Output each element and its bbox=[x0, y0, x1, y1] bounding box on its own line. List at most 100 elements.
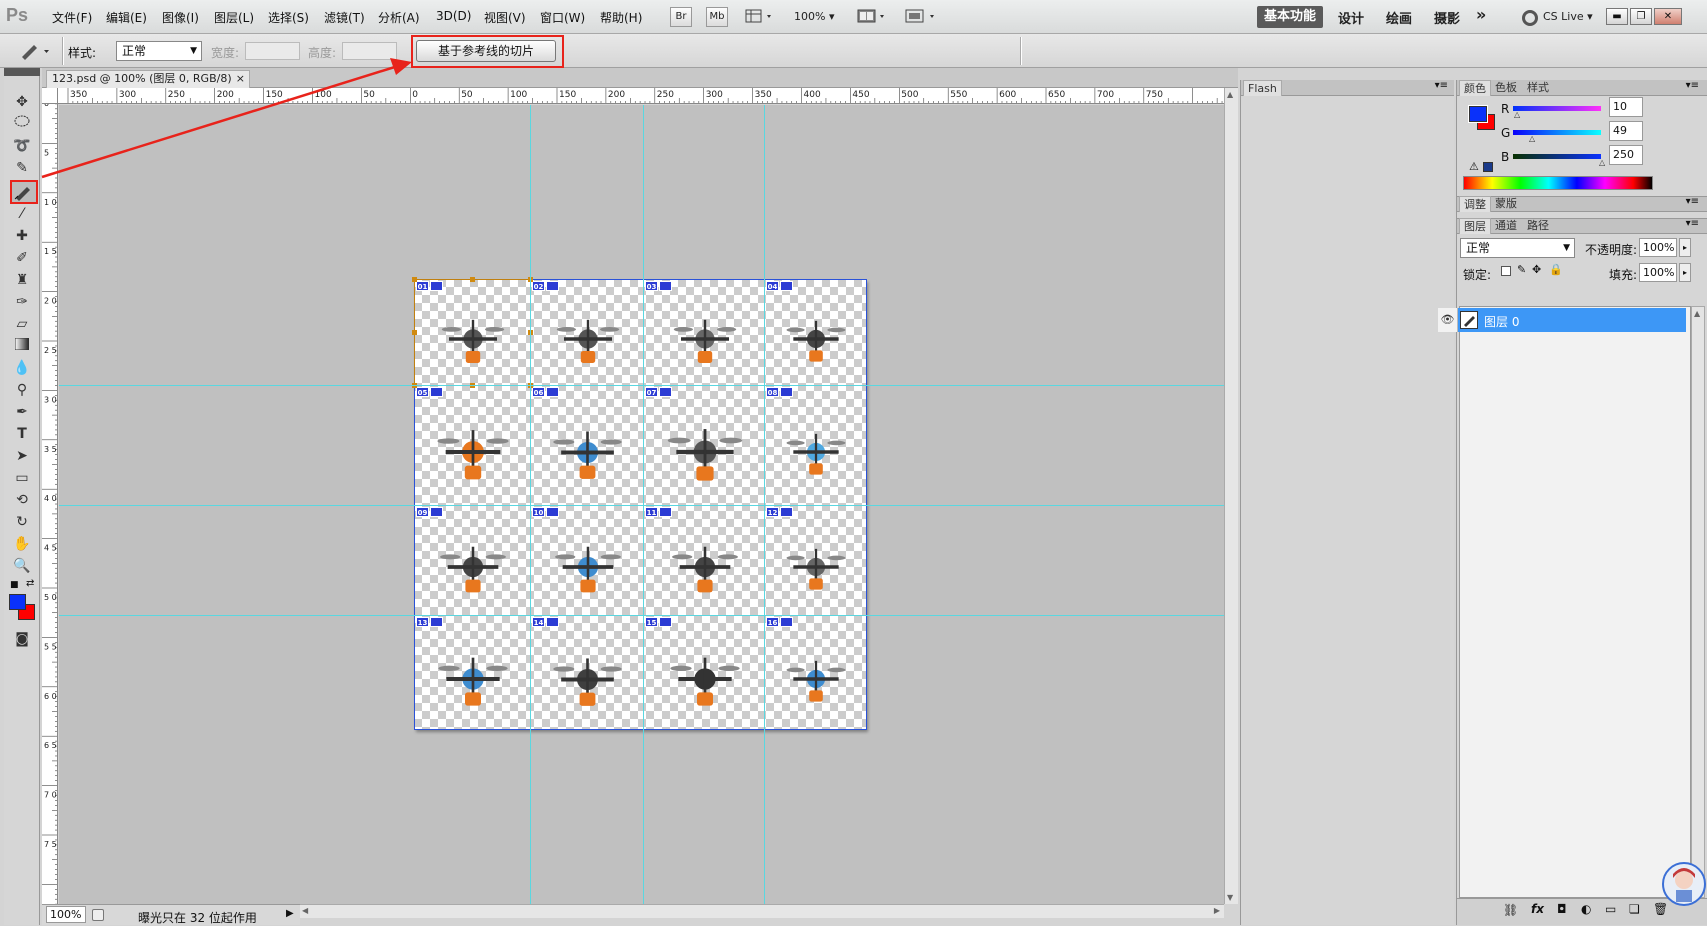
lock-all-icon[interactable]: 🔒 bbox=[1549, 263, 1563, 276]
foreground-color-swatch[interactable] bbox=[9, 594, 26, 610]
web-safe-swatch[interactable] bbox=[1483, 162, 1493, 172]
slice-cell[interactable]: 06 bbox=[530, 385, 644, 506]
workspace-design[interactable]: 设计 bbox=[1338, 8, 1364, 27]
tab-swatches[interactable]: 色板 bbox=[1491, 80, 1521, 96]
slice-cell[interactable]: 13 bbox=[414, 615, 531, 730]
panel-menu-icon[interactable]: ▾≡ bbox=[1435, 80, 1448, 91]
channel-b-value[interactable]: 250 bbox=[1609, 145, 1643, 165]
new-group-icon[interactable]: ▭ bbox=[1605, 902, 1616, 916]
panel-menu-icon[interactable]: ▾≡ bbox=[1686, 80, 1699, 91]
lock-pixels-icon[interactable]: ✎ bbox=[1517, 263, 1526, 276]
slice-cell[interactable]: 14 bbox=[530, 615, 644, 730]
assistant-avatar[interactable] bbox=[1662, 862, 1706, 906]
tab-flash[interactable]: Flash bbox=[1243, 80, 1282, 96]
channel-g-slider[interactable] bbox=[1513, 130, 1601, 135]
workspace-photography[interactable]: 摄影 bbox=[1434, 8, 1460, 27]
slice-tool-icon[interactable] bbox=[10, 180, 38, 204]
slice-handle[interactable] bbox=[412, 330, 417, 335]
color-spectrum-bar[interactable] bbox=[1463, 176, 1653, 190]
visibility-eye-icon[interactable]: 👁 bbox=[1438, 308, 1458, 332]
history-brush-tool-icon[interactable]: ✑ bbox=[10, 292, 34, 312]
brush-tool-icon[interactable]: ✐ bbox=[10, 248, 34, 268]
restore-icon[interactable]: ❐ bbox=[1630, 8, 1652, 25]
tab-paths[interactable]: 路径 bbox=[1523, 218, 1553, 234]
scroll-right-icon[interactable]: ▶ bbox=[1214, 906, 1220, 915]
tab-layers[interactable]: 图层 bbox=[1459, 218, 1491, 234]
menu-item[interactable]: 编辑(E) bbox=[106, 9, 147, 26]
slice-cell[interactable]: 07 bbox=[643, 385, 765, 506]
slice-cell[interactable]: 10 bbox=[530, 505, 644, 616]
quick-selection-tool-icon[interactable]: ✎ bbox=[10, 158, 34, 178]
slice-handle[interactable] bbox=[412, 277, 417, 282]
blend-mode-select[interactable]: 正常 ▼ bbox=[1460, 238, 1575, 258]
horizontal-guide[interactable] bbox=[59, 385, 1224, 386]
menu-item[interactable]: 3D(D) bbox=[436, 9, 471, 23]
menu-item[interactable]: 图像(I) bbox=[162, 9, 199, 26]
status-menu-icon[interactable]: ▶ bbox=[286, 908, 294, 919]
dodge-tool-icon[interactable]: ⚲ bbox=[10, 380, 34, 400]
slice-tool-preset-icon[interactable] bbox=[18, 41, 54, 61]
fill-slider-icon[interactable]: ▸ bbox=[1679, 263, 1691, 282]
pen-tool-icon[interactable]: ✒ bbox=[10, 402, 34, 422]
tab-masks[interactable]: 蒙版 bbox=[1491, 196, 1521, 212]
healing-brush-tool-icon[interactable]: ✚ bbox=[10, 226, 34, 246]
path-selection-tool-icon[interactable]: ➤ bbox=[10, 446, 34, 466]
layers-scrollbar[interactable]: ▲ bbox=[1691, 306, 1705, 898]
style-select[interactable]: 正常 ▼ bbox=[116, 41, 202, 61]
ruler-origin[interactable] bbox=[42, 88, 58, 104]
cs-live-menu[interactable]: CS Live ▾ bbox=[1543, 10, 1593, 23]
close-tab-icon[interactable]: × bbox=[236, 71, 245, 87]
3d-rotate-tool-icon[interactable]: ⟲ bbox=[10, 490, 34, 510]
slice-cell[interactable]: 08 bbox=[764, 385, 867, 506]
lasso-tool-icon[interactable]: ➰ bbox=[10, 136, 34, 156]
default-colors-icon[interactable]: ■ bbox=[10, 580, 19, 590]
tab-styles[interactable]: 样式 bbox=[1523, 80, 1553, 96]
document-tab[interactable]: 123.psd @ 100% (图层 0, RGB/8) × bbox=[46, 70, 250, 88]
menu-item[interactable]: 图层(L) bbox=[214, 9, 254, 26]
layer-style-icon[interactable]: fx bbox=[1531, 902, 1544, 916]
view-extras-icon[interactable] bbox=[745, 8, 775, 25]
lock-position-icon[interactable]: ✥ bbox=[1532, 263, 1541, 276]
channel-r-slider[interactable] bbox=[1513, 106, 1601, 111]
foreground-color-chip[interactable] bbox=[1468, 105, 1488, 123]
slider-thumb[interactable]: △ bbox=[1529, 134, 1535, 143]
gradient-tool-icon[interactable] bbox=[10, 336, 34, 356]
slider-thumb[interactable]: △ bbox=[1514, 110, 1520, 119]
hand-tool-icon[interactable]: ✋ bbox=[10, 534, 34, 554]
horizontal-guide[interactable] bbox=[59, 615, 1224, 616]
slice-cell[interactable]: 11 bbox=[643, 505, 765, 616]
cs-live-icon[interactable] bbox=[1522, 10, 1538, 26]
workspace-essentials[interactable]: 基本功能 bbox=[1257, 6, 1323, 28]
layer-mask-icon[interactable]: ◘ bbox=[1557, 902, 1567, 916]
eyedropper-tool-icon[interactable]: ⁄ bbox=[10, 204, 34, 224]
eraser-tool-icon[interactable]: ▱ bbox=[10, 314, 34, 334]
horizontal-guide[interactable] bbox=[59, 505, 1224, 506]
quick-mask-icon[interactable]: ◙ bbox=[10, 629, 34, 649]
slice-cell[interactable]: 16 bbox=[764, 615, 867, 730]
panel-menu-icon[interactable]: ▾≡ bbox=[1686, 218, 1699, 229]
horizontal-scrollbar[interactable]: ◀ ▶ bbox=[300, 904, 1224, 918]
mini-bridge-button[interactable]: Mb bbox=[706, 7, 728, 27]
clone-stamp-tool-icon[interactable]: ♜ bbox=[10, 270, 34, 290]
scroll-down-icon[interactable]: ▼ bbox=[1227, 893, 1233, 902]
channel-b-slider[interactable] bbox=[1513, 154, 1601, 159]
warning-icon[interactable]: ⚠ bbox=[1469, 160, 1479, 173]
menu-item[interactable]: 视图(V) bbox=[484, 9, 526, 26]
swap-colors-icon[interactable]: ⇄ bbox=[26, 578, 34, 589]
tab-adjustments[interactable]: 调整 bbox=[1459, 196, 1491, 212]
status-info-icon[interactable] bbox=[92, 909, 104, 921]
link-layers-icon[interactable]: ⛓ bbox=[1503, 903, 1518, 917]
bridge-button[interactable]: Br bbox=[670, 7, 692, 27]
new-layer-icon[interactable]: ❏ bbox=[1629, 902, 1640, 916]
channel-r-value[interactable]: 10 bbox=[1609, 97, 1643, 117]
delete-layer-icon[interactable]: 🗑 bbox=[1653, 902, 1668, 916]
channel-g-value[interactable]: 49 bbox=[1609, 121, 1643, 141]
slice-cell[interactable]: 03 bbox=[643, 279, 765, 386]
slice-cell[interactable]: 05 bbox=[414, 385, 531, 506]
scroll-up-icon[interactable]: ▲ bbox=[1694, 309, 1700, 318]
slice-cell[interactable]: 12 bbox=[764, 505, 867, 616]
move-tool-icon[interactable]: ✥ bbox=[10, 92, 34, 112]
type-tool-icon[interactable]: T bbox=[10, 424, 34, 444]
screen-mode-icon[interactable] bbox=[904, 8, 938, 25]
tab-channels[interactable]: 通道 bbox=[1491, 218, 1521, 234]
